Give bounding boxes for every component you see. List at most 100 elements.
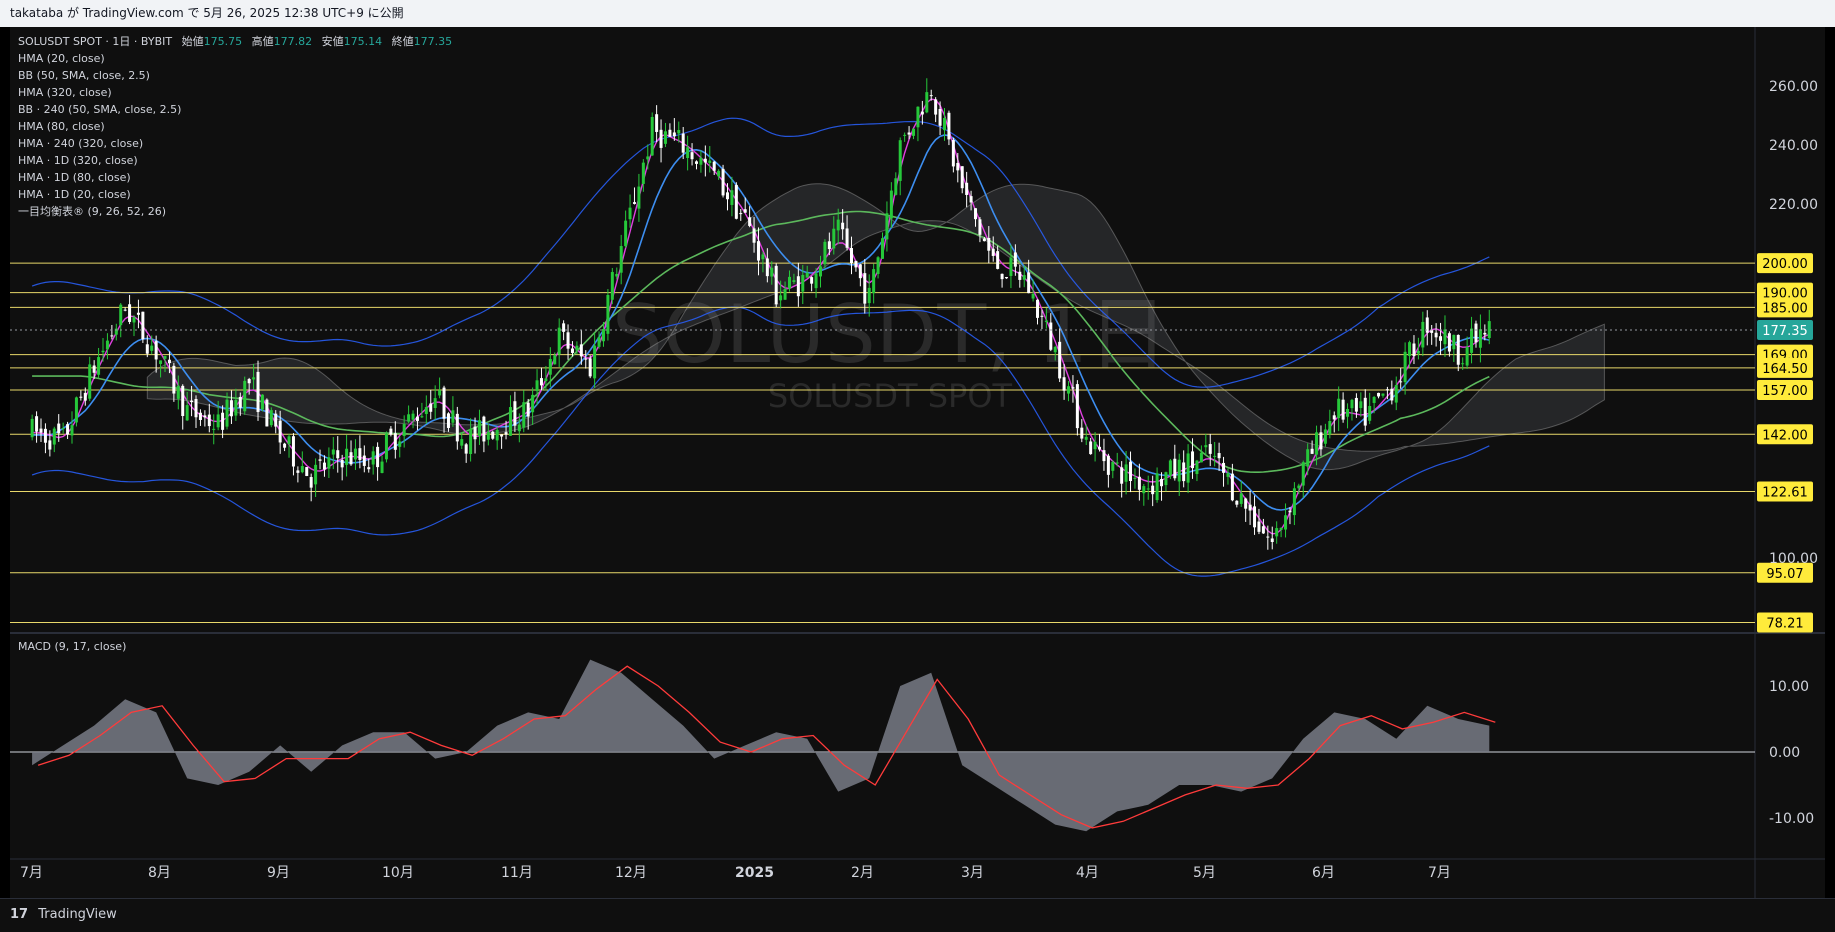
candle-body xyxy=(929,95,933,97)
candle-body xyxy=(1275,528,1279,537)
candle-body xyxy=(557,327,561,355)
legend-low-value: 175.14 xyxy=(343,35,383,48)
candle-body xyxy=(1191,451,1195,469)
legend-indicator[interactable]: 一目均衡表® (9, 26, 52, 26) xyxy=(18,203,452,220)
candle-body xyxy=(300,466,304,473)
price-axis-tick-label: 260.00 xyxy=(1769,79,1818,95)
candle-body xyxy=(1439,336,1443,341)
time-axis-tick-label: 2月 xyxy=(851,865,874,881)
candle-body xyxy=(420,416,424,418)
candle-body xyxy=(1394,385,1398,403)
candle-body xyxy=(845,228,849,248)
candle-body xyxy=(903,134,907,136)
macd-pane-label[interactable]: MACD (9, 17, close) xyxy=(18,640,126,653)
candle-body xyxy=(548,358,552,375)
candle-body xyxy=(455,413,459,442)
candle-body xyxy=(1036,299,1040,318)
candle-body xyxy=(48,440,52,450)
time-axis-tick-label: 10月 xyxy=(382,865,414,881)
candle-body xyxy=(947,112,951,140)
candle-body xyxy=(216,414,220,428)
publish-header: takataba が TradingView.com で 5月 26, 2025… xyxy=(0,0,1835,27)
candle-body xyxy=(978,219,982,235)
legend-indicator[interactable]: BB (50, SMA, close, 2.5) xyxy=(18,67,452,84)
candle-body xyxy=(987,237,991,251)
candle-body xyxy=(628,207,632,220)
time-axis-tick-label: 6月 xyxy=(1312,865,1335,881)
legend-indicator[interactable]: HMA · 240 (320, close) xyxy=(18,135,452,152)
macd-axis-tick-label: 0.00 xyxy=(1769,745,1800,761)
candle-body xyxy=(624,220,628,247)
footer-brand[interactable]: TradingView xyxy=(38,907,117,922)
candle-body xyxy=(1478,329,1482,348)
candle-body xyxy=(340,459,344,468)
legend-symbol: SOLUSDT SPOT · 1日 · BYBIT xyxy=(18,35,173,48)
candle-body xyxy=(278,420,282,443)
candle-body xyxy=(296,470,300,473)
price-axis-tick-label: 220.00 xyxy=(1769,197,1818,213)
legend-indicator[interactable]: HMA · 1D (320, close) xyxy=(18,152,452,169)
candle-body xyxy=(739,213,743,215)
candle-body xyxy=(1213,455,1217,457)
candle-body xyxy=(761,254,765,260)
legend-indicator[interactable]: HMA · 1D (20, close) xyxy=(18,186,452,203)
candle-body xyxy=(522,402,526,428)
price-level-tag-label: 122.61 xyxy=(1762,485,1808,500)
candle-body xyxy=(796,276,800,297)
candle-body xyxy=(415,416,419,421)
candle-body xyxy=(1018,271,1022,280)
macd-histogram-area xyxy=(32,659,1490,832)
candle-body xyxy=(1350,399,1354,409)
candle-body xyxy=(57,423,61,434)
candle-body xyxy=(1182,462,1186,482)
candle-body xyxy=(734,184,738,219)
candle-body xyxy=(1377,392,1381,397)
candle-body xyxy=(544,378,548,382)
candle-body xyxy=(805,272,809,278)
candle-body xyxy=(79,396,83,398)
price-level-tag-label: 78.21 xyxy=(1766,617,1803,632)
candle-body xyxy=(752,228,756,243)
candle-body xyxy=(938,109,942,126)
candle-body xyxy=(1230,473,1234,501)
footer-bar: 17 TradingView xyxy=(0,898,1835,932)
candle-body xyxy=(531,394,535,413)
candle-body xyxy=(668,129,672,137)
candle-body xyxy=(756,241,760,261)
candle-body xyxy=(1248,504,1252,511)
candle-body xyxy=(314,464,318,485)
candle-body xyxy=(694,161,698,164)
legend-indicator[interactable]: HMA (20, close) xyxy=(18,50,452,67)
legend-open-label: 始値 xyxy=(181,35,204,48)
candle-body xyxy=(641,162,645,184)
candle-body xyxy=(52,428,56,445)
candle-body xyxy=(818,266,822,277)
candle-body xyxy=(207,414,211,427)
tradingview-logo-icon[interactable]: 17 xyxy=(10,907,28,922)
candle-body xyxy=(672,132,676,137)
candle-body xyxy=(101,350,105,353)
candle-body xyxy=(637,186,641,209)
candle-body xyxy=(141,311,145,340)
legend-indicator[interactable]: HMA (320, close) xyxy=(18,84,452,101)
candle-body xyxy=(376,446,380,468)
candle-body xyxy=(969,196,973,203)
candle-body xyxy=(708,160,712,163)
candle-body xyxy=(1323,429,1327,444)
candle-body xyxy=(1111,461,1115,471)
candle-body xyxy=(1430,330,1434,333)
price-level-tag-label: 157.00 xyxy=(1762,384,1808,399)
candle-body xyxy=(1363,397,1367,426)
candle-body xyxy=(832,228,836,249)
candle-body xyxy=(491,431,495,439)
legend-indicator[interactable]: BB · 240 (50, SMA, close, 2.5) xyxy=(18,101,452,118)
candle-body xyxy=(677,130,681,134)
candle-body xyxy=(43,428,47,443)
legend-low-label: 安値 xyxy=(321,35,344,48)
candle-body xyxy=(610,272,614,300)
legend-indicator[interactable]: HMA (80, close) xyxy=(18,118,452,135)
candle-body xyxy=(1142,486,1146,494)
candle-body xyxy=(384,433,388,460)
candle-body xyxy=(1443,329,1447,345)
legend-indicator[interactable]: HMA · 1D (80, close) xyxy=(18,169,452,186)
